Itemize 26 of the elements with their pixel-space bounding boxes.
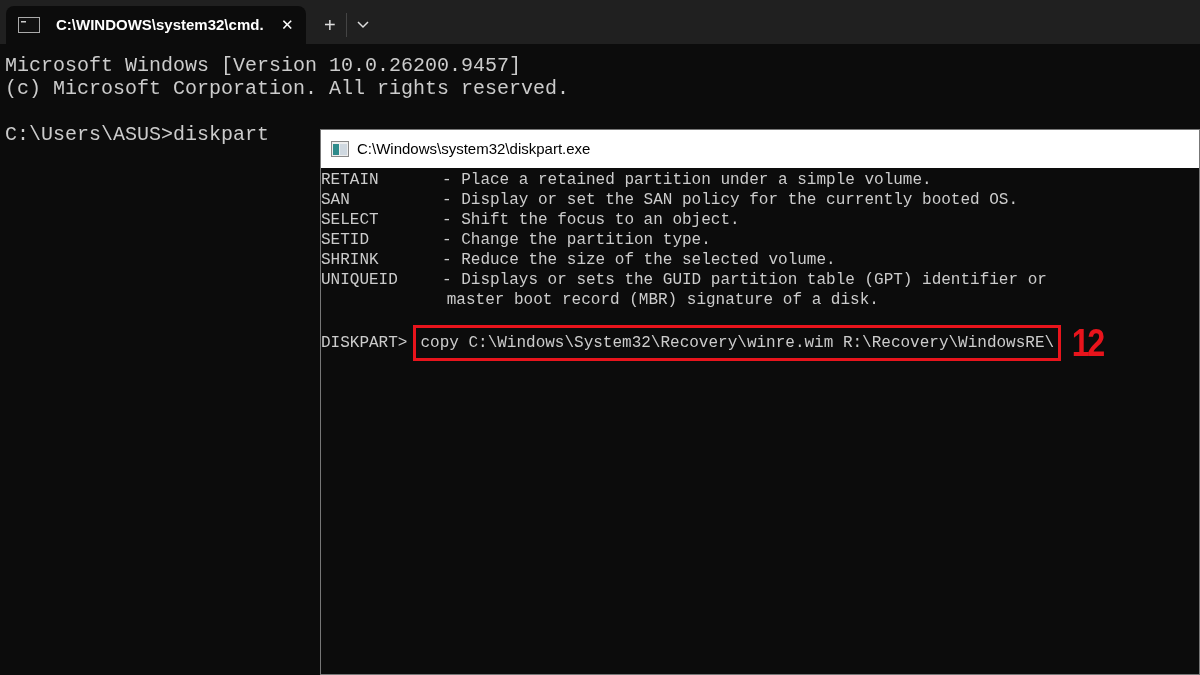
command-description: - Reduce the size of the selected volume. — [441, 250, 836, 270]
command-name: SAN — [321, 190, 351, 210]
new-tab-button[interactable]: + — [314, 6, 346, 44]
close-button[interactable]: ✕ — [281, 13, 294, 37]
app-icon — [331, 141, 349, 157]
command-name: RETAIN — [321, 170, 380, 190]
command-description: - Change the partition type. — [441, 230, 711, 250]
command-name: SHRINK — [321, 250, 380, 270]
terminal-line: (c) Microsoft Corporation. All rights reserved. — [5, 77, 571, 100]
command-name: SELECT — [321, 210, 380, 230]
command-name: UNIQUEID — [321, 270, 399, 290]
command-description: - Display or set the SAN policy for the currently booted OS. — [441, 190, 1019, 210]
terminal-icon — [18, 17, 40, 33]
window-title: C:\Windows\system32\diskpart.exe — [357, 138, 591, 159]
command-description: - Place a retained partition under a simple volume. — [441, 170, 932, 190]
step-number: 12 — [1071, 324, 1103, 362]
prompt-text: DISKPART> — [321, 333, 408, 353]
command-description: - Displays or sets the GUID partition table (GPT) identifier or — [441, 270, 1047, 290]
command-description: - Shift the focus to an object. — [441, 210, 740, 230]
chevron-down-icon — [356, 21, 369, 29]
terminal-tab[interactable]: C:\WINDOWS\system32\cmd. ✕ — [6, 6, 306, 44]
command-name: SETID — [321, 230, 370, 250]
terminal-line: C:\Users\ASUS>diskpart — [5, 123, 271, 146]
command-description: master boot record (MBR) signature of a disk. — [445, 290, 879, 310]
tab-title: C:\WINDOWS\system32\cmd. — [56, 14, 265, 35]
terminal-line: Microsoft Windows [Version 10.0.26200.9457] — [5, 54, 523, 77]
